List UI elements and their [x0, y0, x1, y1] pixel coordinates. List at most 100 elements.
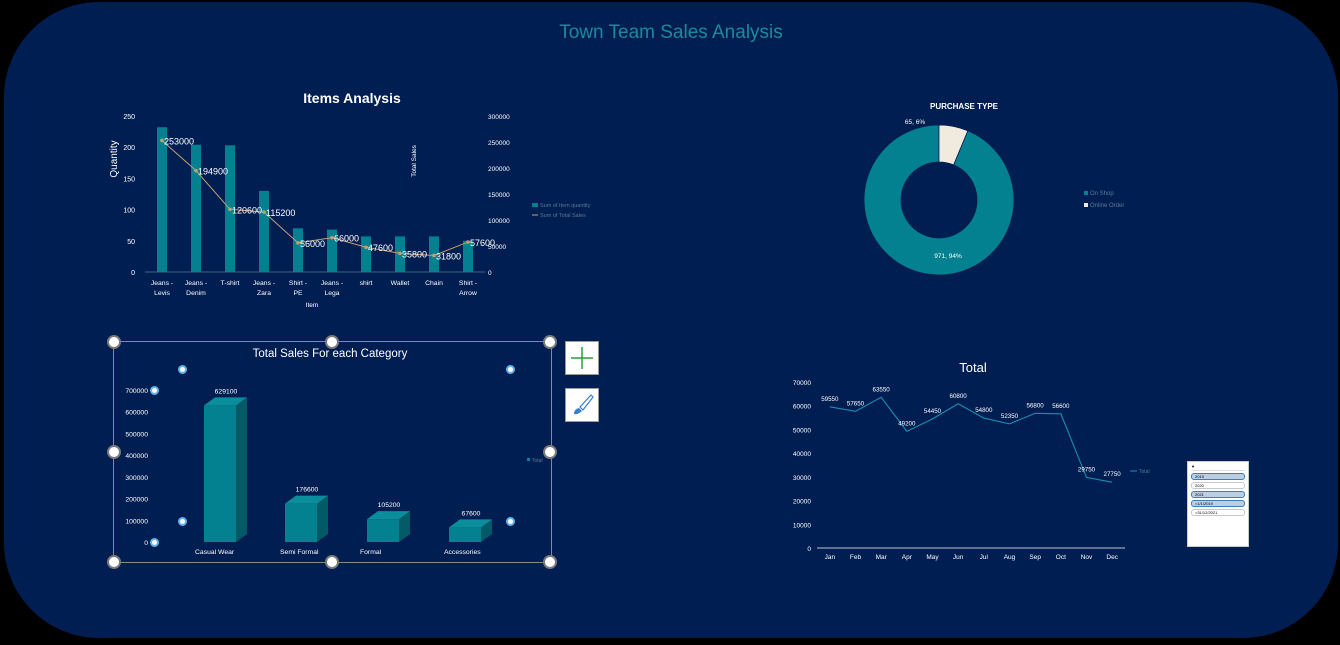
- data-label: 194900: [198, 167, 228, 177]
- resize-handle-top-left[interactable]: [107, 335, 121, 349]
- x-tick-label: Jeans -Denim: [185, 280, 207, 297]
- y-tick-label: 30000: [793, 475, 811, 482]
- x-tick-label: Formal: [360, 549, 382, 556]
- x-tick-label: Feb: [850, 554, 862, 561]
- x-tick-label: T-shirt: [221, 280, 240, 287]
- y-tick-label: 300000: [125, 475, 148, 482]
- y-tick-label: 0: [131, 270, 135, 277]
- x-tick-label: Semi Formal: [280, 549, 319, 556]
- y2-tick-label: 100000: [488, 218, 510, 225]
- data-label: 56000: [300, 239, 325, 249]
- bar: [285, 503, 317, 542]
- bar: [191, 144, 201, 272]
- y-tick-label: 500000: [125, 431, 148, 438]
- legend-swatch: [532, 203, 538, 207]
- total-line: [829, 396, 1113, 483]
- slicer-header: ▼: [1191, 464, 1245, 471]
- x-tick-label: Apr: [902, 554, 913, 561]
- data-label: 49200: [898, 420, 916, 427]
- plot-area-handle[interactable]: [178, 517, 187, 526]
- x-tick-label: Aug: [1004, 554, 1016, 561]
- monthly-total-chart[interactable]: Total 0 10000 20000 30000 40000 50000 60000 7000…: [775, 350, 1175, 570]
- y-tick-label: 700000: [125, 388, 148, 395]
- dashboard-title: Town Team Sales Analysis: [559, 22, 783, 43]
- y-tick-label: 40000: [793, 451, 811, 458]
- y-tick-label: 250: [123, 114, 135, 121]
- resize-handle-bottom-right[interactable]: [543, 555, 557, 569]
- x-tick-label: May: [926, 554, 939, 561]
- y-tick-label: 10000: [793, 522, 811, 529]
- plus-icon: [571, 347, 593, 369]
- resize-handle-top-right[interactable]: [543, 335, 557, 349]
- x-tick-label: Mar: [876, 554, 888, 561]
- resize-handle-top[interactable]: [325, 335, 339, 349]
- y-tick-label: 50: [127, 239, 135, 246]
- data-label: 66000: [334, 234, 359, 244]
- data-label: 176600: [296, 487, 319, 494]
- y-axis-label: Quantity: [109, 140, 120, 177]
- bar: [293, 228, 303, 272]
- y-tick-label: 400000: [125, 453, 148, 460]
- x-tick-label: Shirt -PE: [289, 280, 307, 297]
- legend-swatch: [1084, 191, 1088, 195]
- items-analysis-chart[interactable]: Items Analysis Quantity Total Sales 0 50 100 1…: [100, 85, 610, 315]
- data-label: 629100: [215, 388, 238, 395]
- resize-handle-bottom[interactable]: [325, 555, 339, 569]
- resize-handle-right[interactable]: [543, 445, 557, 459]
- legend-label: Sum of Total Sales: [540, 213, 586, 219]
- data-label: 105200: [378, 502, 401, 509]
- plot-area-handle[interactable]: [150, 538, 159, 547]
- data-label: 971, 94%: [934, 253, 962, 260]
- data-label: 63550: [873, 386, 891, 393]
- y2-axis-label: Total Sales: [411, 144, 418, 177]
- x-tick-label: Nov: [1081, 554, 1093, 561]
- chart-elements-button[interactable]: [565, 341, 599, 375]
- y2-tick-label: 300000: [488, 114, 510, 121]
- plot-area-handle[interactable]: [506, 517, 515, 526]
- slicer-item[interactable]: >31/12/2021: [1191, 509, 1245, 516]
- data-label: 31800: [436, 251, 461, 261]
- plot-area-handle[interactable]: [506, 365, 515, 374]
- data-label: 57600: [470, 238, 495, 248]
- y-tick-label: 0: [807, 546, 811, 553]
- chart-title: Total: [959, 360, 987, 375]
- data-label: 27750: [1104, 471, 1122, 478]
- data-label: 67600: [462, 510, 481, 517]
- slicer-item[interactable]: 2019: [1191, 473, 1245, 480]
- legend-label: On Shop: [1090, 191, 1114, 197]
- y-tick-label: 200: [123, 145, 135, 152]
- chart-title: Items Analysis: [303, 90, 401, 106]
- data-label: 56800: [1027, 402, 1045, 409]
- data-label: 54800: [975, 407, 993, 414]
- x-tick-label: Wallet: [391, 280, 410, 287]
- slicer-item[interactable]: <1/1/2019: [1191, 500, 1245, 507]
- x-tick-label: Sep: [1029, 554, 1041, 561]
- category-sales-chart[interactable]: Total Sales For each Category 0 100000 2000…: [113, 341, 550, 561]
- bar: [157, 127, 167, 272]
- y2-tick-label: 0: [488, 270, 492, 277]
- data-label: 57650: [847, 400, 865, 407]
- brush-icon: [574, 394, 594, 415]
- resize-handle-bottom-left[interactable]: [107, 555, 121, 569]
- slicer-item[interactable]: 2021: [1191, 491, 1245, 498]
- x-tick-label: Jan: [825, 554, 836, 561]
- data-label: 60800: [950, 393, 968, 400]
- purchase-type-chart[interactable]: PURCHASE TYPE 971, 94% 65, 6% On Shop Online…: [840, 90, 1170, 290]
- x-tick-label: Jeans -Lega: [321, 280, 343, 297]
- data-label: 35800: [402, 249, 427, 259]
- resize-handle-left[interactable]: [107, 445, 121, 459]
- chart-title: Total Sales For each Category: [253, 348, 408, 360]
- slicer-item[interactable]: 2020: [1191, 482, 1245, 489]
- x-tick-label: Jun: [953, 554, 964, 561]
- plot-area-handle[interactable]: [178, 365, 187, 374]
- y-tick-label: 70000: [793, 380, 811, 387]
- data-label: 65, 6%: [905, 119, 925, 126]
- legend-label: Total: [532, 458, 543, 464]
- date-slicer[interactable]: ▼ 2019 2020 2021 <1/1/2019 >31/12/2021: [1187, 461, 1249, 547]
- y-tick-label: 600000: [125, 410, 148, 417]
- y-tick-label: 60000: [793, 404, 811, 411]
- data-label: 115200: [266, 208, 295, 218]
- chart-styles-button[interactable]: [565, 388, 599, 422]
- plot-area-handle[interactable]: [150, 386, 159, 395]
- bar: [367, 519, 399, 542]
